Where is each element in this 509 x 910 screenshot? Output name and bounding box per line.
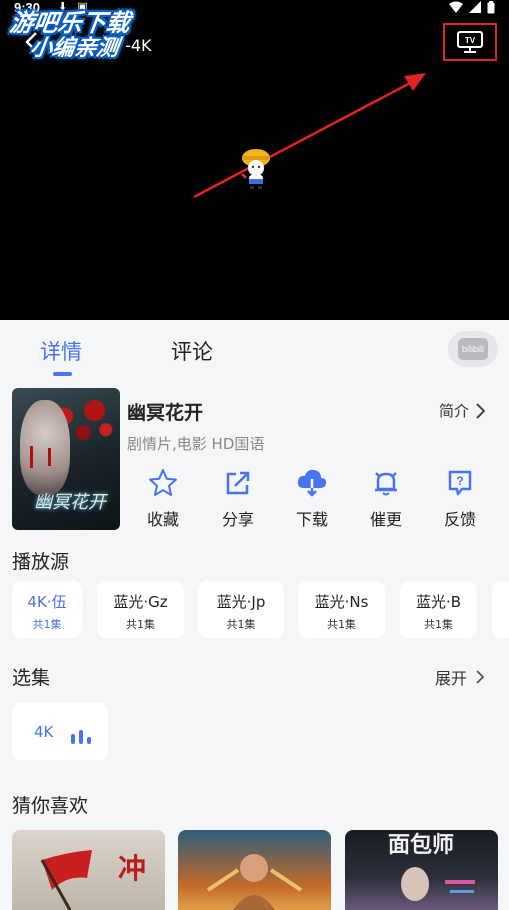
playing-bars-icon	[71, 730, 91, 744]
recommend-item[interactable]	[178, 830, 331, 910]
expand-button[interactable]: 展开	[435, 665, 485, 689]
source-item-gz[interactable]: 蓝光·Gz 共1集	[97, 581, 184, 638]
tab-comments[interactable]: 评论	[171, 336, 213, 366]
recommend-thumbnail: 面包师	[388, 832, 475, 901]
tab-details[interactable]: 详情	[40, 336, 82, 366]
loading-mascot-icon	[241, 149, 270, 189]
episodes-title: 选集	[12, 667, 51, 689]
chevron-right-icon	[476, 402, 486, 419]
source-item-partial[interactable]	[492, 581, 509, 638]
feedback-icon: ?	[448, 470, 472, 496]
svg-text:冲: 冲	[118, 852, 146, 885]
detail-panel: 详情 评论 bilibili 幽冥花开 幽冥花开 简介 剧情片,电影 HD国语 …	[0, 320, 509, 910]
svg-text:面包师: 面包师	[388, 832, 454, 858]
urge-update-button[interactable]: 催更	[356, 466, 416, 530]
bilibili-button[interactable]: bilibili	[448, 331, 498, 367]
movie-title: 幽冥花开	[127, 402, 204, 424]
active-tab-indicator	[53, 372, 72, 376]
svg-text:?: ?	[456, 474, 463, 488]
recommend-thumbnail: 冲	[40, 850, 146, 910]
source-item-b[interactable]: 蓝光·B 共1集	[400, 581, 477, 638]
poster-title: 幽冥花开	[34, 492, 106, 513]
share-button[interactable]: 分享	[208, 466, 268, 530]
chevron-right-icon	[476, 670, 485, 684]
recommend-title: 猜你喜欢	[12, 795, 89, 817]
favorite-button[interactable]: 收藏	[133, 466, 193, 530]
movie-meta: 剧情片,电影 HD国语	[127, 435, 265, 453]
recommend-thumbnail	[206, 854, 303, 910]
sources-list: 4K·伍 共1集 蓝光·Gz 共1集 蓝光·Jp 共1集 蓝光·Ns 共1集 蓝…	[12, 581, 509, 639]
source-item-4k[interactable]: 4K·伍 共1集	[12, 581, 82, 638]
sources-title: 播放源	[12, 551, 70, 573]
cloud-download-icon	[297, 469, 327, 497]
tab-bar: 详情 评论 bilibili	[0, 320, 509, 380]
recommend-item[interactable]: 冲	[12, 830, 165, 910]
movie-poster[interactable]: 幽冥花开	[12, 388, 120, 530]
bell-icon	[375, 472, 397, 496]
source-item-jp[interactable]: 蓝光·Jp 共1集	[198, 581, 284, 638]
intro-label: 简介	[439, 402, 470, 420]
source-item-ns[interactable]: 蓝光·Ns 共1集	[298, 581, 385, 638]
feedback-button[interactable]: ? 反馈	[430, 466, 490, 530]
video-player[interactable]: 9:30 ⬇ ▣ 幽冥花开 -4K 游吧乐下载 小编亲测 TV	[0, 0, 509, 320]
share-icon	[226, 471, 250, 495]
episode-item[interactable]: 4K	[12, 703, 108, 760]
bilibili-icon: bilibili	[458, 338, 488, 360]
recommend-item[interactable]: 面包师	[345, 830, 498, 910]
download-button[interactable]: 下载	[282, 466, 342, 530]
intro-link[interactable]: 简介	[439, 400, 486, 421]
action-bar: 收藏 分享 下载 催更 ? 反馈	[130, 466, 500, 536]
star-icon	[149, 469, 177, 496]
